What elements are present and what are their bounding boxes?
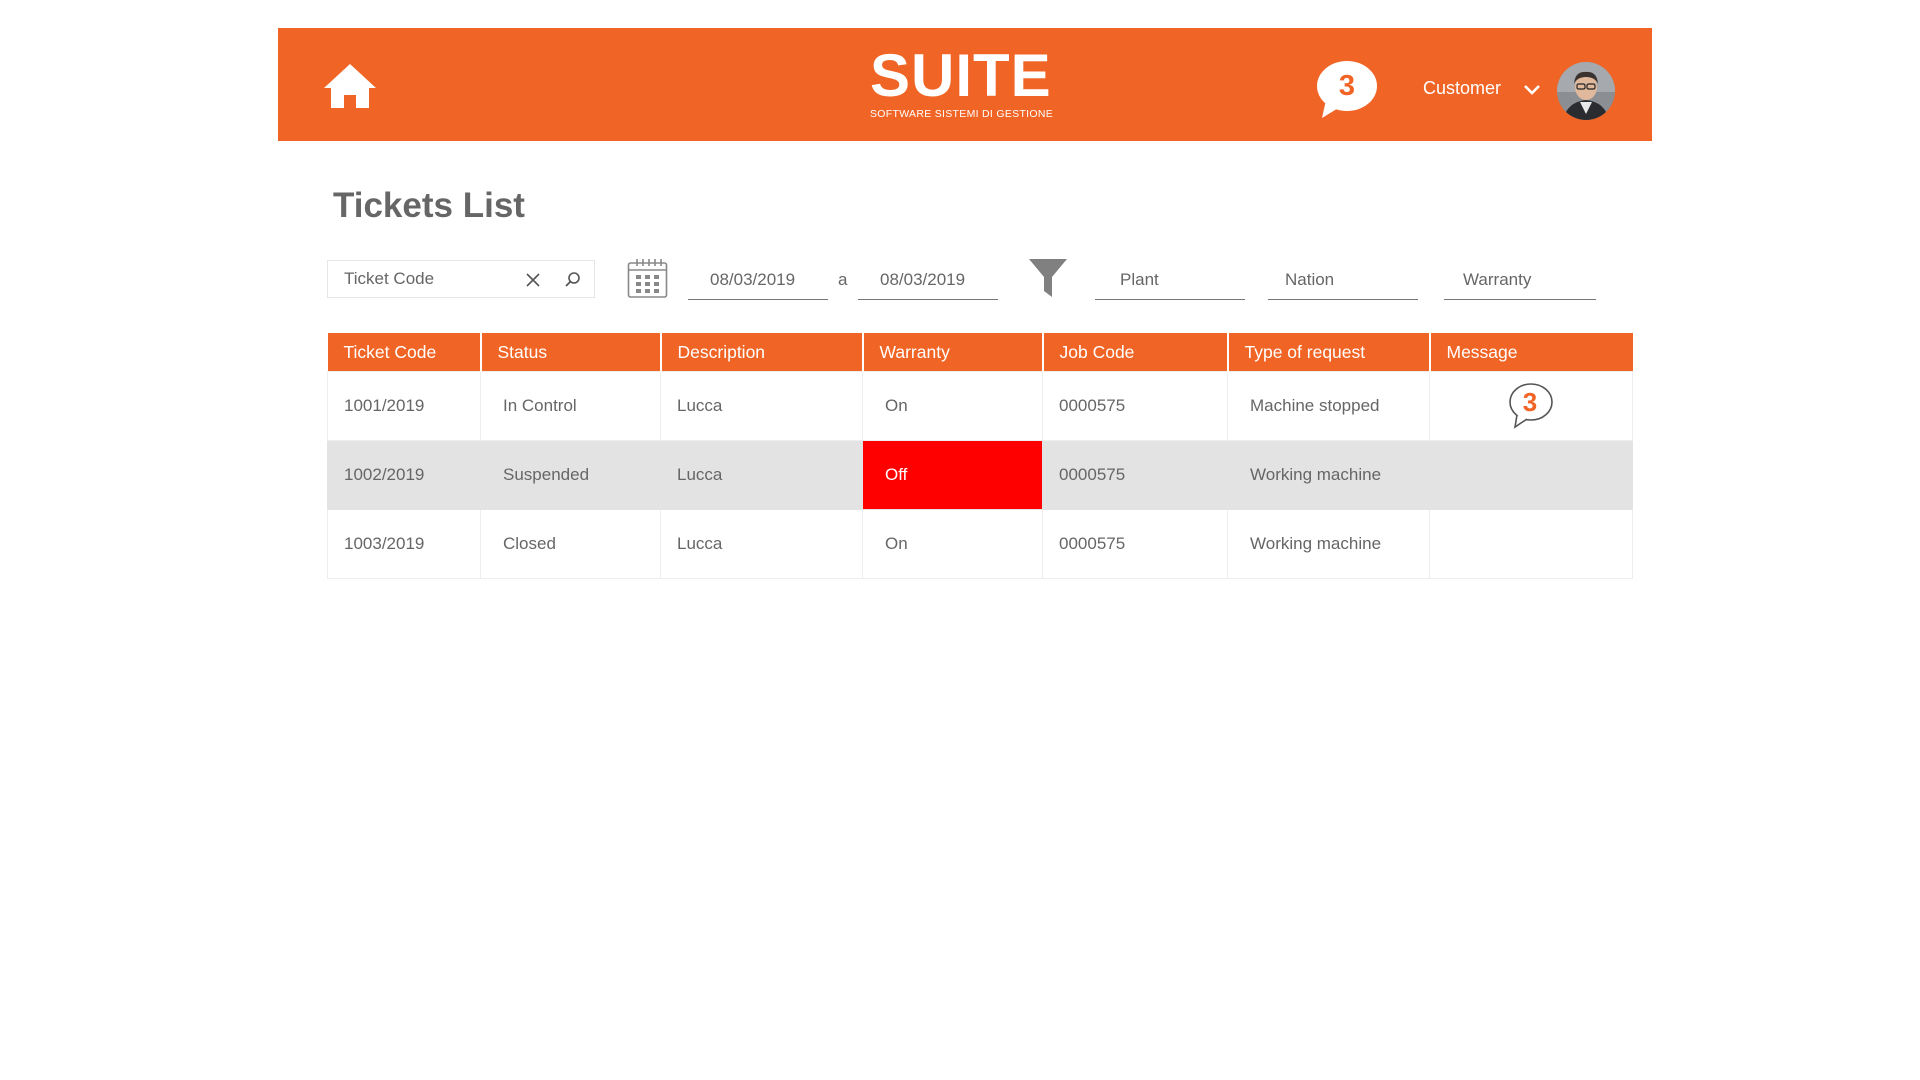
suite-logo: SUITE SOFTWARE SISTEMI DI GESTIONE bbox=[870, 46, 1070, 122]
type-cell: Working machine bbox=[1227, 509, 1430, 579]
warranty-cell: On bbox=[862, 371, 1043, 441]
ticket-code-search bbox=[327, 260, 595, 298]
home-icon[interactable] bbox=[322, 62, 378, 110]
message-cell bbox=[1429, 440, 1633, 510]
table-row[interactable]: 1003/2019 Closed Lucca On 0000575 Workin… bbox=[327, 509, 1633, 579]
status-cell: Suspended bbox=[480, 440, 661, 510]
filter-icon[interactable] bbox=[1029, 258, 1067, 298]
chevron-down-icon[interactable] bbox=[1523, 83, 1541, 97]
tickets-table: Ticket Code Status Description Warranty … bbox=[327, 333, 1633, 579]
search-input[interactable] bbox=[344, 261, 514, 297]
ticket-code-cell: 1001/2019 bbox=[327, 371, 481, 441]
status-cell: Closed bbox=[480, 509, 661, 579]
warranty-filter[interactable]: Warranty bbox=[1444, 262, 1596, 300]
logo-subtitle: SOFTWARE SISTEMI DI GESTIONE bbox=[870, 108, 1054, 120]
message-count: 3 bbox=[1522, 387, 1538, 417]
warranty-cell: Off bbox=[862, 440, 1043, 510]
avatar[interactable] bbox=[1557, 62, 1615, 120]
search-icon[interactable] bbox=[564, 271, 581, 288]
close-icon[interactable] bbox=[526, 273, 540, 287]
message-button[interactable]: 3 bbox=[1507, 382, 1555, 430]
plant-filter[interactable]: Plant bbox=[1095, 262, 1245, 300]
description-cell: Lucca bbox=[660, 440, 863, 510]
column-header-job-code[interactable]: Job Code bbox=[1041, 333, 1228, 372]
warranty-cell: On bbox=[862, 509, 1043, 579]
table-header-row: Ticket Code Status Description Warranty … bbox=[327, 333, 1633, 372]
top-header: SUITE SOFTWARE SISTEMI DI GESTIONE 3 Cus… bbox=[278, 28, 1652, 141]
date-separator: a bbox=[838, 270, 848, 289]
nation-filter[interactable]: Nation bbox=[1268, 262, 1418, 300]
message-cell: 3 bbox=[1429, 371, 1633, 441]
ticket-code-cell: 1003/2019 bbox=[327, 509, 481, 579]
table-row[interactable]: 1002/2019 Suspended Lucca Off 0000575 Wo… bbox=[327, 440, 1633, 510]
column-header-status[interactable]: Status bbox=[479, 333, 661, 372]
logo-text: SUITE bbox=[870, 42, 1052, 109]
type-cell: Machine stopped bbox=[1227, 371, 1430, 441]
job-code-cell: 0000575 bbox=[1042, 440, 1228, 510]
job-code-cell: 0000575 bbox=[1042, 509, 1228, 579]
type-cell: Working machine bbox=[1227, 440, 1430, 510]
column-header-type[interactable]: Type of request bbox=[1226, 333, 1430, 372]
column-header-description[interactable]: Description bbox=[659, 333, 863, 372]
notifications-button[interactable]: 3 bbox=[1316, 60, 1380, 120]
date-from-field[interactable]: 08/03/2019 bbox=[688, 262, 828, 300]
description-cell: Lucca bbox=[660, 371, 863, 441]
message-cell bbox=[1429, 509, 1633, 579]
status-cell: In Control bbox=[480, 371, 661, 441]
table-row[interactable]: 1001/2019 In Control Lucca On 0000575 Ma… bbox=[327, 371, 1633, 441]
job-code-cell: 0000575 bbox=[1042, 371, 1228, 441]
date-to-field[interactable]: 08/03/2019 bbox=[858, 262, 998, 300]
notification-count: 3 bbox=[1338, 70, 1356, 102]
column-header-ticket-code[interactable]: Ticket Code bbox=[327, 333, 481, 372]
column-header-warranty[interactable]: Warranty bbox=[861, 333, 1043, 372]
column-header-message[interactable]: Message bbox=[1428, 333, 1633, 372]
page-title: Tickets List bbox=[333, 186, 525, 225]
calendar-icon[interactable] bbox=[627, 258, 668, 299]
description-cell: Lucca bbox=[660, 509, 863, 579]
ticket-code-cell: 1002/2019 bbox=[327, 440, 481, 510]
user-menu-label[interactable]: Customer bbox=[1423, 78, 1501, 99]
